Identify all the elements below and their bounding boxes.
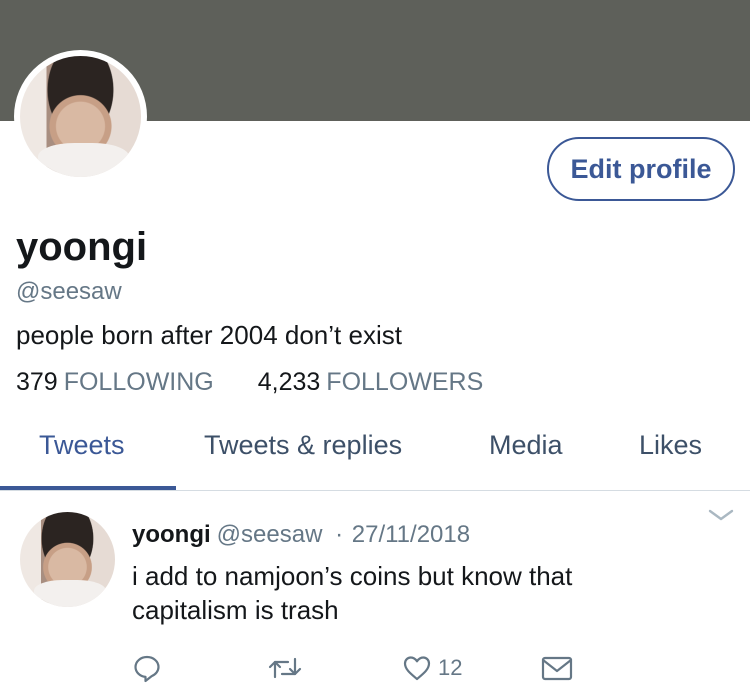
tweet[interactable]: yoongi @seesaw · 27/11/2018 i add to namj… xyxy=(0,491,750,697)
reply-button[interactable] xyxy=(132,651,162,685)
message-icon xyxy=(541,656,573,681)
followers-stat[interactable]: 4,233 FOLLOWERS xyxy=(258,368,484,397)
like-button[interactable]: 12 xyxy=(402,651,462,685)
tab-tweets[interactable]: Tweets xyxy=(39,430,125,461)
profile-stats: 379 FOLLOWING 4,233 FOLLOWERS xyxy=(16,368,483,397)
retweet-icon xyxy=(268,657,302,679)
tweet-date[interactable]: 27/11/2018 xyxy=(352,521,470,548)
like-count: 12 xyxy=(438,655,463,680)
tweet-header: yoongi @seesaw · 27/11/2018 xyxy=(132,521,470,549)
tweet-author-name[interactable]: yoongi xyxy=(132,521,211,548)
profile-handle: @seesaw xyxy=(16,278,122,305)
like-icon xyxy=(403,656,431,681)
profile-tabs: Tweets Tweets & replies Media Likes xyxy=(0,420,750,490)
profile-name: yoongi xyxy=(16,225,148,269)
tab-media[interactable]: Media xyxy=(489,430,563,461)
reply-icon xyxy=(134,655,160,683)
tweet-text: i add to namjoon’s coins but know that c… xyxy=(132,561,573,625)
tweet-author-handle[interactable]: @seesaw xyxy=(217,521,323,548)
profile-avatar-photo xyxy=(20,56,141,177)
tab-likes[interactable]: Likes xyxy=(639,430,702,461)
following-stat[interactable]: 379 FOLLOWING xyxy=(16,368,214,397)
following-count: 379 xyxy=(16,368,58,396)
following-label: FOLLOWING xyxy=(63,368,214,396)
followers-count: 4,233 xyxy=(257,368,321,396)
followers-label: FOLLOWERS xyxy=(326,368,484,396)
message-button[interactable] xyxy=(540,651,574,685)
retweet-button[interactable] xyxy=(268,651,302,685)
tweet-separator: · xyxy=(335,521,344,548)
tweet-avatar-photo xyxy=(20,512,115,607)
profile-avatar[interactable] xyxy=(14,50,147,183)
profile-bio: people born after 2004 don’t exist xyxy=(16,320,402,350)
tab-tweets-replies[interactable]: Tweets & replies xyxy=(204,430,402,461)
chevron-down-icon[interactable] xyxy=(706,505,736,525)
tweet-actions: 12 xyxy=(132,651,582,685)
edit-profile-button[interactable]: Edit profile xyxy=(547,137,735,201)
tweet-avatar[interactable] xyxy=(20,512,115,607)
